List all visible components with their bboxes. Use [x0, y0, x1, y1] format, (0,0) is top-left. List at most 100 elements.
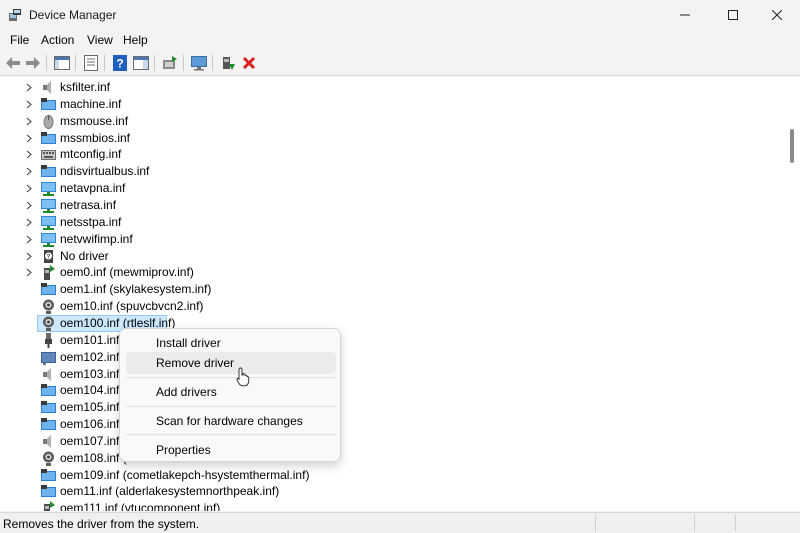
chevron-right-icon[interactable]	[25, 218, 33, 227]
tree-item[interactable]: msmouse.inf	[0, 113, 787, 130]
tree-item-selected[interactable]: oem100.inf (rtleslf.inf)	[0, 314, 787, 332]
close-button[interactable]	[754, 0, 800, 30]
menu-install-driver[interactable]: Install driver	[126, 332, 336, 354]
tree-item-label: netavpna.inf	[60, 181, 126, 196]
maximize-icon	[728, 10, 738, 20]
maximize-button[interactable]	[710, 0, 756, 30]
help-icon: ?	[113, 55, 127, 71]
tree-item-label: oem102.inf (	[60, 349, 127, 364]
computer-icon	[41, 165, 56, 178]
toolbar-separator	[212, 55, 213, 71]
chevron-right-icon[interactable]	[25, 235, 33, 244]
tree-item[interactable]: mtconfig.inf	[0, 146, 787, 163]
network-monitor-icon	[41, 215, 56, 230]
uninstall-button[interactable]	[240, 54, 258, 72]
tree-item[interactable]: mssmbios.inf	[0, 130, 787, 147]
svg-text:?: ?	[116, 57, 123, 71]
keyboard-icon	[41, 150, 56, 161]
update-driver-button[interactable]	[161, 54, 179, 72]
forward-button[interactable]	[24, 54, 42, 72]
tree-item[interactable]: netrasa.inf	[0, 197, 787, 214]
network-monitor-icon	[41, 182, 56, 197]
status-panel	[735, 515, 736, 531]
tree-item-label: ksfilter.inf	[60, 80, 111, 94]
chevron-right-icon[interactable]	[25, 167, 33, 176]
tree-item[interactable]: ? No driver	[0, 248, 787, 265]
tree-item-label: netsstpa.inf	[60, 214, 122, 229]
tree-item-label: netrasa.inf	[60, 198, 117, 212]
chevron-right-icon[interactable]	[25, 201, 33, 210]
computer-icon	[41, 485, 56, 498]
unknown-device-icon: ?	[44, 249, 53, 263]
usb-plug-icon	[45, 332, 52, 348]
update-driver-icon	[163, 56, 177, 69]
tree-item-label: oem111.inf (vtucomponent.inf)	[60, 501, 221, 511]
chevron-right-icon[interactable]	[25, 252, 33, 261]
help-button[interactable]: ?	[111, 54, 129, 72]
device-manager-window: Device Manager File Action View Help ? k…	[0, 0, 800, 533]
mouse-icon	[43, 114, 54, 129]
tree-item[interactable]: machine.inf	[0, 96, 787, 113]
speaker-icon	[43, 434, 51, 448]
tree-item-label: oem103.inf (	[60, 366, 127, 381]
menu-view[interactable]: View	[87, 33, 113, 47]
toolbar-separator	[75, 55, 76, 71]
tree-item[interactable]: netsstpa.inf	[0, 214, 787, 231]
chevron-right-icon[interactable]	[25, 100, 33, 109]
action-pane-icon	[133, 56, 149, 70]
properties-button[interactable]	[82, 54, 100, 72]
tree-item-label: oem11.inf (alderlakesystemnorthpeak.inf)	[60, 484, 280, 499]
menu-help[interactable]: Help	[123, 33, 148, 47]
status-text: Removes the driver from the system.	[3, 517, 200, 531]
tree-item[interactable]: oem109.inf (cometlakepch-hsystemthermal.…	[0, 467, 787, 484]
chevron-right-icon[interactable]	[25, 117, 33, 126]
tree-item[interactable]: oem10.inf (spuvcbvcn2.inf)	[0, 298, 787, 315]
tree-item-label: netvwifimp.inf	[60, 231, 133, 246]
action-pane-button[interactable]	[132, 54, 150, 72]
menu-add-drivers[interactable]: Add drivers	[126, 381, 336, 403]
minimize-button[interactable]	[662, 0, 708, 30]
uninstall-x-icon	[242, 56, 256, 70]
menu-action[interactable]: Action	[41, 33, 74, 47]
vertical-scrollbar[interactable]	[787, 77, 800, 511]
add-driver-button[interactable]	[219, 54, 237, 72]
tree-item[interactable]: ndisvirtualbus.inf	[0, 163, 787, 180]
tree-item[interactable]: ksfilter.inf	[0, 79, 787, 96]
tree-item[interactable]: oem0.inf (mewmiprov.inf)	[0, 264, 787, 281]
tree-item[interactable]: netavpna.inf	[0, 180, 787, 197]
chevron-right-icon[interactable]	[25, 150, 33, 159]
speaker-icon	[43, 367, 51, 381]
tree-item-label: oem104.inf (	[60, 383, 127, 398]
status-bar: Removes the driver from the system.	[0, 512, 800, 533]
menu-file[interactable]: File	[10, 33, 29, 47]
menu-separator	[126, 406, 336, 407]
chevron-right-icon[interactable]	[25, 134, 33, 143]
scrollbar-thumb[interactable]	[790, 129, 794, 163]
menu-remove-driver[interactable]: Remove driver	[126, 352, 336, 374]
back-button[interactable]	[4, 54, 22, 72]
tree-item[interactable]: oem111.inf (vtucomponent.inf)	[0, 500, 787, 511]
tree-item[interactable]: oem11.inf (alderlakesystemnorthpeak.inf)	[0, 483, 787, 500]
tree-item[interactable]: netvwifimp.inf	[0, 231, 787, 248]
tree-item[interactable]: oem1.inf (skylakesystem.inf)	[0, 281, 787, 298]
show-hide-console-tree-button[interactable]	[53, 54, 71, 72]
toolbar-separator	[104, 55, 105, 71]
tree-item-label: oem105.inf (	[60, 400, 127, 415]
tree-item-label: oem107.inf (	[60, 433, 127, 448]
status-panel	[694, 515, 695, 531]
add-driver-icon	[223, 57, 235, 70]
title-bar[interactable]: Device Manager	[0, 0, 800, 30]
chevron-right-icon[interactable]	[25, 268, 33, 277]
toolbar-separator	[154, 55, 155, 71]
chevron-right-icon[interactable]	[25, 184, 33, 193]
tree-item-label: oem106.inf (	[60, 417, 127, 431]
chevron-right-icon[interactable]	[25, 83, 33, 92]
device-plug-icon	[44, 501, 55, 511]
computer-icon	[41, 384, 56, 397]
menu-scan-hardware[interactable]: Scan for hardware changes	[126, 410, 336, 432]
scan-hardware-button[interactable]	[190, 54, 208, 72]
display-adapter-icon	[41, 351, 56, 365]
tree-item-label: mssmbios.inf	[60, 130, 131, 145]
computer-icon	[41, 468, 56, 481]
menu-properties[interactable]: Properties	[126, 439, 336, 461]
